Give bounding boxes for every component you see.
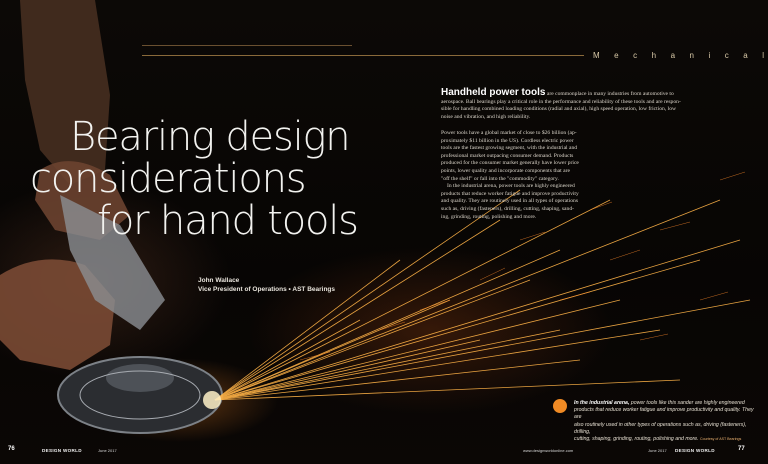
magazine-name-left: DESIGN WORLD (42, 448, 82, 453)
lead-heading: Handheld power tools (441, 87, 546, 98)
body-line: ing, grinding, routing, polishing and mo… (441, 213, 537, 220)
lead-text-4: noise and vibration, and high reliabilit… (441, 113, 531, 120)
caption-text-3: also routinely used in other types of op… (574, 421, 747, 435)
page-number-right: 77 (738, 446, 745, 452)
issue-date-left: June 2017 (98, 448, 117, 453)
author-title: Vice President of Operations • AST Beari… (198, 286, 336, 293)
header-rule-left (142, 55, 584, 56)
body-line: In the industrial arena, power tools are… (447, 183, 575, 190)
caption-lead: In the industrial arena, (574, 400, 630, 406)
caption-text-1: power tools like this sander are highly … (630, 400, 745, 406)
body-line: such as, driving (fasteners), drilling, … (441, 205, 574, 212)
body-column: Power tools have a global market of clos… (441, 130, 581, 221)
body-line: tools are the fastest growing segment, w… (441, 145, 578, 152)
body-line: "off the shelf" or fall into the "commod… (441, 175, 559, 182)
magazine-spread: Mechanical Bearing design considerations… (0, 0, 768, 464)
issue-date-right: June 2017 (648, 448, 667, 453)
photo-credit: Courtesy of AST Bearings (700, 437, 742, 442)
caption-text-2: products that reduce worker fatigue and … (574, 407, 754, 421)
page-number-left: 76 (8, 446, 15, 452)
magazine-name-right: DESIGN WORLD (675, 448, 715, 453)
lead-text-3: sible for handling combined loading cond… (441, 106, 677, 113)
body-line: Power tools have a global market of clos… (441, 130, 577, 136)
author-name: John Wallace (198, 277, 240, 284)
caption-line-1: In the industrial arena, power tools lik… (574, 400, 754, 407)
body-line: produced for the consumer market general… (441, 160, 579, 167)
headline-line-1: Bearing design (70, 114, 351, 160)
lead-line-1: Handheld power tools are commonplace in … (441, 87, 741, 99)
section-label: Mechanical (593, 51, 768, 60)
body-line: points, lower quality and incorporate co… (441, 167, 570, 174)
caption-badge (553, 399, 567, 413)
lead-paragraph: Handheld power tools are commonplace in … (441, 87, 741, 121)
headline-line-3: for hand tools (97, 198, 359, 244)
spark-glow-shape (203, 391, 221, 409)
header-rule-top (142, 45, 352, 46)
body-line: and quality. They are routinely used in … (441, 198, 579, 205)
byline: John Wallace Vice President of Operation… (198, 276, 335, 294)
caption-line-4: cutting, shaping, grinding, routing, pol… (574, 436, 754, 443)
lead-text-1: are commonplace in many industries from … (546, 91, 674, 97)
headline-line-2: considerations (30, 156, 307, 202)
photo-caption: In the industrial arena, power tools lik… (574, 400, 754, 443)
caption-text-4: cutting, shaping, grinding, routing, pol… (574, 436, 699, 443)
grinder-disc-hub (106, 364, 174, 392)
website-url: www.designworldonline.com (523, 448, 574, 453)
